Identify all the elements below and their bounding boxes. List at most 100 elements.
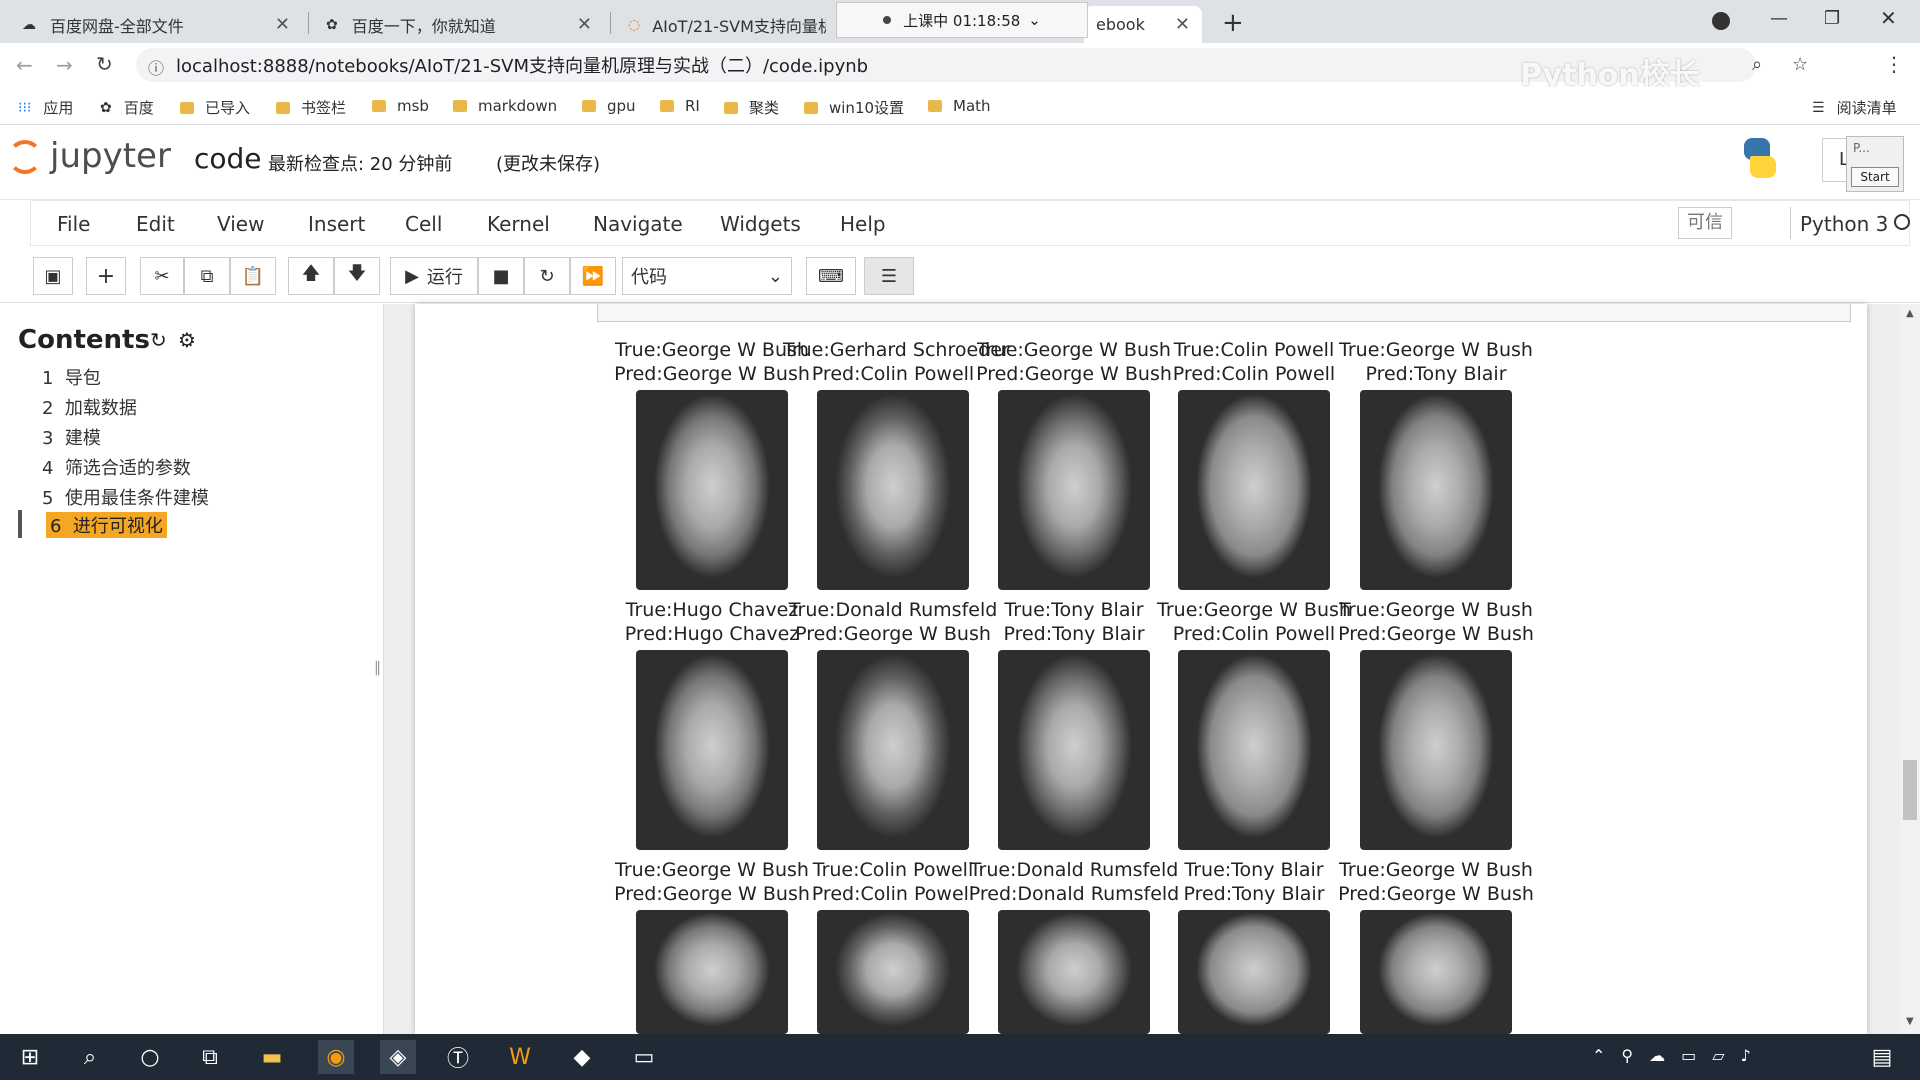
tab-baidu-pan[interactable]: ☁ 百度网盘-全部文件 ✕ [10,6,302,43]
menu-help[interactable]: Help [840,212,886,236]
typora-icon[interactable]: Ⓣ [440,1040,476,1074]
chevron-down-icon: ⌄ [767,265,783,287]
tab-baidu-search[interactable]: ✿ 百度一下，你就知道 ✕ [314,6,604,43]
forward-arrow-icon[interactable]: → [56,53,73,77]
gear-icon[interactable]: ⚙ [178,328,196,352]
true-label: True:George W Bush [1339,599,1533,621]
kernel-name[interactable]: Python 3 [1800,212,1888,236]
info-icon: ⓘ [148,59,165,78]
bookmark-math[interactable]: Math [928,97,991,115]
bookmark-imported[interactable]: 已导入 [180,97,250,118]
bookmark-clustering[interactable]: 聚类 [724,97,779,118]
face-image [1178,390,1330,590]
close-icon[interactable]: ✕ [1175,14,1190,35]
close-icon[interactable]: ✕ [275,14,290,35]
folder-icon [372,100,386,112]
close-window-icon[interactable]: ✕ [1880,6,1897,30]
stop-icon[interactable]: ■ [478,257,524,295]
menu-file[interactable]: File [57,212,90,236]
tab-notebook[interactable]: ◌ AIoT/21-SVM支持向量机原 [616,6,838,43]
menu-edit[interactable]: Edit [136,212,175,236]
menu-insert[interactable]: Insert [308,212,365,236]
fast-forward-icon[interactable]: ⏩ [570,257,616,295]
true-label: True:George W Bush [1339,859,1533,881]
bookmark-label: 书签栏 [301,99,347,117]
toc-num: 4 [42,458,54,479]
record-dot-icon [883,16,892,24]
restart-icon[interactable]: ↻ [524,257,570,295]
bookmark-win10[interactable]: win10设置 [804,97,904,118]
wps-icon[interactable]: W [502,1040,538,1074]
toc-item-6[interactable]: 6 进行可视化 [46,512,167,538]
paste-icon[interactable]: 📋 [230,257,276,295]
address-bar[interactable]: ⓘ localhost:8888/notebooks/AIoT/21-SVM支持… [136,48,1756,82]
folder-icon [804,101,818,114]
add-cell-icon[interactable]: + [86,257,126,295]
menu-cell[interactable]: Cell [405,212,442,236]
cortana-icon[interactable]: ○ [132,1040,168,1074]
recording-indicator[interactable]: 上课中 01:18:58 ⌄ [836,2,1088,38]
chrome-icon[interactable]: ◉ [318,1040,354,1074]
toc-item-5[interactable]: 5 使用最佳条件建模 [42,484,209,510]
bookmark-apps[interactable]: ⁝⁝⁝ 应用 [18,97,73,118]
menu-widgets[interactable]: Widgets [720,212,801,236]
new-tab-button[interactable]: + [1222,8,1244,38]
menu-view[interactable]: View [217,212,264,236]
toc-toggle-icon[interactable]: ☰ [864,257,914,295]
windows-start-icon[interactable]: ⊞ [12,1040,48,1074]
notebook-name[interactable]: code [194,142,262,175]
close-icon[interactable]: ✕ [577,14,592,35]
move-down-icon[interactable]: 🡇 [334,257,380,295]
system-tray-icons[interactable]: ⌃⚲☁▭▱♪ [1592,1046,1767,1065]
cut-icon[interactable]: ✂ [140,257,184,295]
start-button[interactable]: Start [1851,167,1899,187]
file-explorer-icon[interactable]: ▬ [254,1040,290,1074]
more-menu-icon[interactable]: ⋮ [1884,52,1904,76]
scrollbar-thumb[interactable] [1903,760,1917,820]
back-arrow-icon[interactable]: ← [16,53,33,77]
tab-ebook[interactable]: ebook ✕ [1084,6,1202,43]
reload-icon[interactable]: ↻ [96,52,113,76]
scroll-up-icon[interactable]: ▲ [1906,308,1914,319]
trusted-badge[interactable]: 可信 [1678,207,1732,239]
sidebar-resize-handle[interactable]: ‖ [374,660,381,676]
search-icon[interactable]: ⌕ [72,1040,108,1074]
bookmark-ri[interactable]: RI [660,97,700,115]
bookmark-bar-folder[interactable]: 书签栏 [276,97,346,118]
pred-label: Pred:Tony Blair [1365,363,1507,385]
scrollbar[interactable] [1900,304,1920,1034]
layers-icon[interactable]: ◆ [564,1040,600,1074]
app-icon[interactable]: ◈ [380,1040,416,1074]
restore-icon[interactable]: ❐ [1824,8,1840,29]
bookmark-msb[interactable]: msb [372,97,429,115]
cell-type-select[interactable]: 代码 ⌄ [622,257,792,295]
toc-active-marker [18,510,22,538]
profile-menu-icon[interactable] [1712,12,1730,30]
bookmark-markdown[interactable]: markdown [453,97,557,115]
reading-list[interactable]: ☰ 阅读清单 [1812,97,1897,118]
terminal-icon[interactable]: ▭ [626,1040,662,1074]
bookmark-gpu[interactable]: gpu [582,97,636,115]
popup-widget: P... Start [1846,136,1904,192]
toc-item-3[interactable]: 3 建模 [42,424,101,450]
toc-item-4[interactable]: 4 筛选合适的参数 [42,454,191,480]
refresh-icon[interactable]: ↻ [150,328,167,352]
notification-icon[interactable]: ▤ [1864,1040,1900,1074]
menu-navigate[interactable]: Navigate [593,212,683,236]
jupyter-logo-text[interactable]: jupyter [50,136,171,176]
toc-item-1[interactable]: 1 导包 [42,364,101,390]
bookmark-baidu[interactable]: ✿ 百度 [100,97,154,118]
menu-kernel[interactable]: Kernel [487,212,550,236]
bookmark-label: 已导入 [205,99,251,117]
toc-item-2[interactable]: 2 加载数据 [42,394,137,420]
minimize-icon[interactable]: — [1770,8,1788,29]
zoom-icon[interactable]: ⌕ [1752,54,1762,75]
move-up-icon[interactable]: 🡅 [288,257,334,295]
task-view-icon[interactable]: ⧉ [192,1040,228,1074]
keyboard-icon[interactable]: ⌨ [806,257,856,295]
copy-icon[interactable]: ⧉ [184,257,230,295]
save-icon[interactable]: ▣ [33,257,73,295]
run-button[interactable]: ▶ 运行 [390,257,478,295]
bookmark-star-icon[interactable]: ☆ [1792,54,1808,75]
scroll-down-icon[interactable]: ▼ [1906,1016,1914,1027]
